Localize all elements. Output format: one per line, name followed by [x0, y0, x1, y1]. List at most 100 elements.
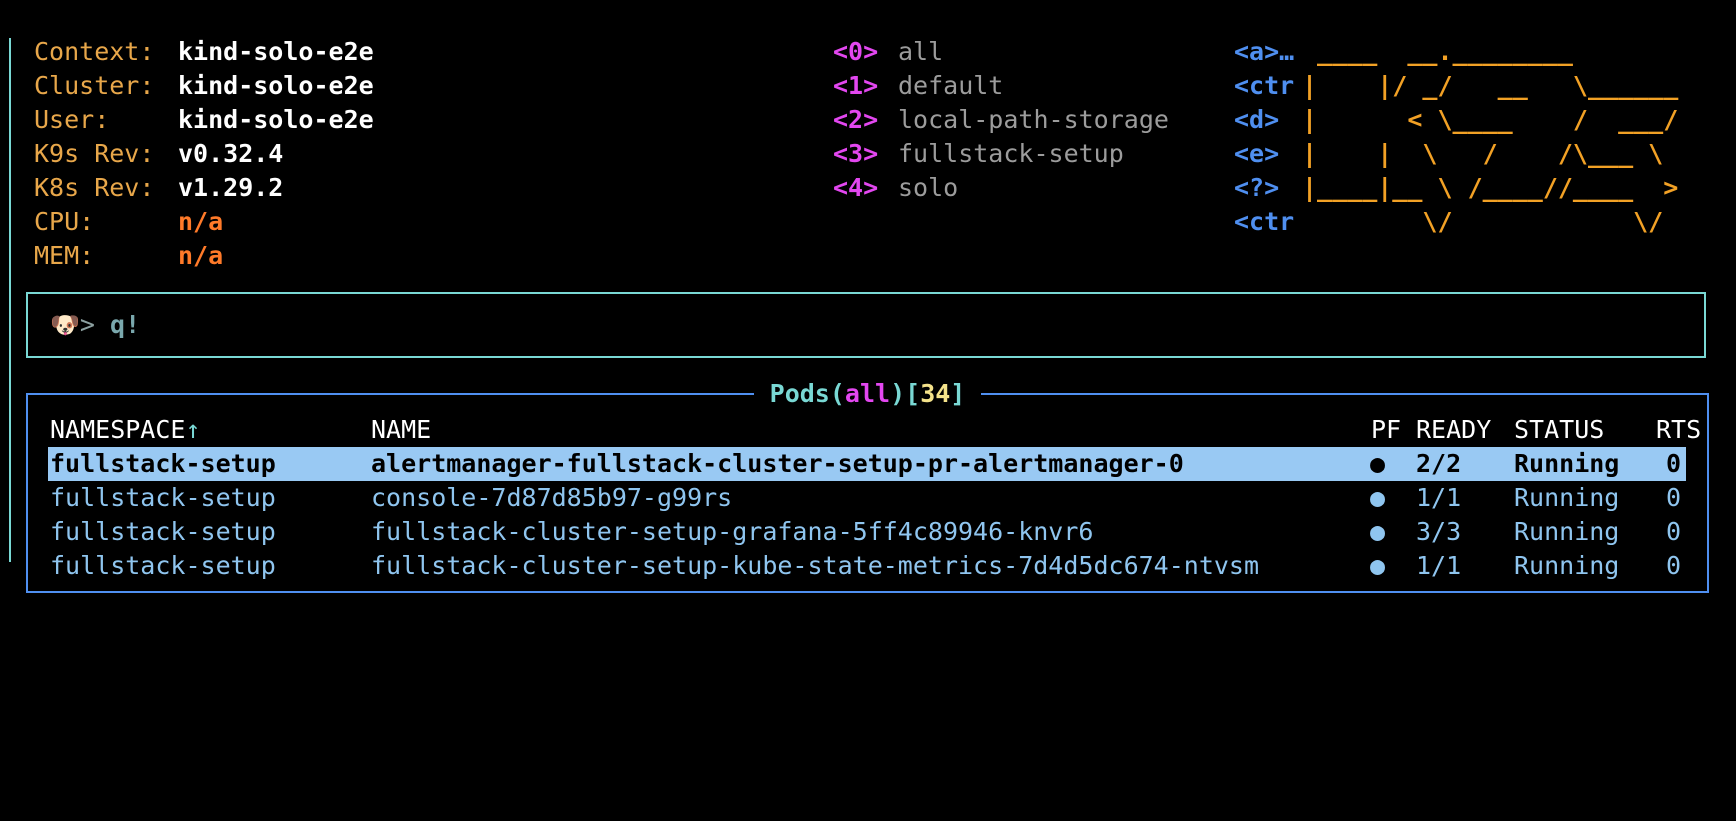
namespace-label: all	[898, 37, 944, 66]
column-header-status[interactable]: STATUS	[1514, 413, 1604, 447]
cell-ready: 2/2	[1416, 449, 1462, 478]
shortcut-key: <0>	[833, 37, 879, 66]
table-header: NAMESPACE↑ NAME PF READY STATUS RTS	[48, 413, 1701, 447]
namespace-label: default	[898, 71, 1004, 100]
info-key: K8s Rev:	[34, 173, 155, 202]
command-prompt: 🐶> q!	[50, 310, 140, 339]
pods-title-label: Pods	[769, 379, 830, 408]
cell-name: console-7d87d85b97-g99rs	[371, 483, 733, 512]
info-cluster: Cluster: kind-solo-e2e	[34, 69, 374, 103]
command-bar[interactable]: 🐶> q!	[26, 292, 1706, 358]
column-header-pf[interactable]: PF	[1371, 413, 1401, 447]
info-value: kind-solo-e2e	[178, 71, 374, 100]
cell-ready: 1/1	[1416, 551, 1462, 580]
logo-line: ____ __.________	[1302, 37, 1573, 66]
cell-status: Running	[1514, 483, 1620, 512]
cell-ready: 1/1	[1416, 483, 1462, 512]
shortcut-key: <4>	[833, 173, 879, 202]
cell-rts: 0	[1666, 449, 1682, 478]
prompt-caret: >	[79, 310, 95, 339]
command-input[interactable]: q!	[110, 310, 140, 339]
shortcut-key: <2>	[833, 105, 879, 134]
cell-namespace: fullstack-setup	[50, 551, 276, 580]
column-header-name[interactable]: NAME	[371, 413, 431, 447]
namespace-label: fullstack-setup	[898, 139, 1124, 168]
pods-panel: Pods(all)[34] NAMESPACE↑ NAME PF READY S…	[26, 379, 1709, 593]
namespace-shortcut[interactable]: <4> solo	[833, 171, 1169, 205]
pods-title-namespace: all	[844, 379, 891, 408]
namespace-label: local-path-storage	[898, 105, 1169, 134]
column-header-namespace[interactable]: NAMESPACE↑	[50, 413, 201, 447]
column-header-ready[interactable]: READY	[1416, 413, 1491, 447]
info-key: MEM:	[34, 241, 95, 270]
port-forward-dot-icon: ●	[1370, 483, 1386, 512]
namespace-shortcuts: <0> all <1> default <2> local-path-storage …	[833, 35, 1169, 205]
pods-title: Pods(all)[34]	[28, 377, 1707, 411]
cell-ready: 3/3	[1416, 517, 1462, 546]
shortcut-key: <1>	[833, 71, 879, 100]
cell-name: fullstack-cluster-setup-grafana-5ff4c899…	[371, 517, 1094, 546]
logo-line: | | \ / /\___ \	[1302, 139, 1664, 168]
cell-status: Running	[1514, 517, 1620, 546]
table-row[interactable]: fullstack-setup fullstack-cluster-setup-…	[48, 549, 1686, 583]
cell-status: Running	[1514, 551, 1620, 580]
hotkey[interactable]: <a>…	[1234, 35, 1294, 69]
info-key: User:	[34, 105, 110, 134]
cell-namespace: fullstack-setup	[50, 449, 276, 478]
cluster-info-panel: Context: kind-solo-e2e Cluster: kind-solo-…	[34, 35, 374, 273]
dog-icon: 🐶	[50, 311, 80, 339]
namespace-shortcut[interactable]: <2> local-path-storage	[833, 103, 1169, 137]
namespace-label: solo	[898, 173, 959, 202]
info-k8s-rev: K8s Rev: v1.29.2	[34, 171, 374, 205]
info-value: v0.32.4	[178, 139, 284, 168]
namespace-shortcut[interactable]: <1> default	[833, 69, 1169, 103]
port-forward-dot-icon: ●	[1370, 551, 1386, 580]
info-key: CPU:	[34, 207, 95, 236]
logo-line: |____|__ \ /____//____ >	[1302, 173, 1679, 202]
info-user: User: kind-solo-e2e	[34, 103, 374, 137]
info-k9s-rev: K9s Rev: v0.32.4	[34, 137, 374, 171]
hotkey[interactable]: <e>	[1234, 137, 1294, 171]
info-mem: MEM: n/a	[34, 239, 374, 273]
cell-rts: 0	[1666, 483, 1682, 512]
left-gutter-line	[9, 38, 11, 562]
cell-rts: 0	[1666, 517, 1682, 546]
info-value: kind-solo-e2e	[178, 37, 374, 66]
table-row[interactable]: fullstack-setup fullstack-cluster-setup-…	[48, 515, 1686, 549]
namespace-shortcut[interactable]: <3> fullstack-setup	[833, 137, 1169, 171]
info-key: Context:	[34, 37, 155, 66]
port-forward-dot-icon: ●	[1370, 517, 1386, 546]
hotkey[interactable]: <ctr	[1234, 69, 1294, 103]
info-value: n/a	[178, 207, 224, 236]
logo-line: \/ \/	[1302, 207, 1664, 236]
cell-status: Running	[1514, 449, 1620, 478]
info-context: Context: kind-solo-e2e	[34, 35, 374, 69]
cell-rts: 0	[1666, 551, 1682, 580]
cell-name: alertmanager-fullstack-cluster-setup-pr-…	[371, 449, 1184, 478]
shortcut-key: <3>	[833, 139, 879, 168]
port-forward-dot-icon: ●	[1370, 449, 1386, 478]
hotkey[interactable]: <ctr	[1234, 205, 1294, 239]
table-row-selected[interactable]: fullstack-setup alertmanager-fullstack-c…	[48, 447, 1686, 481]
hotkey-column: <a>… <ctr <d> <e> <?> <ctr	[1234, 35, 1294, 239]
namespace-shortcut[interactable]: <0> all	[833, 35, 1169, 69]
cell-name: fullstack-cluster-setup-kube-state-metri…	[371, 551, 1260, 580]
info-key: Cluster:	[34, 71, 155, 100]
info-key: K9s Rev:	[34, 139, 155, 168]
cell-namespace: fullstack-setup	[50, 517, 276, 546]
sort-ascending-icon: ↑	[185, 415, 201, 444]
hotkey[interactable]: <d>	[1234, 103, 1294, 137]
logo-line: | < \____ / ___/	[1302, 105, 1679, 134]
pods-table: NAMESPACE↑ NAME PF READY STATUS RTS full…	[48, 413, 1701, 583]
table-row[interactable]: fullstack-setup console-7d87d85b97-g99rs…	[48, 481, 1686, 515]
info-value: n/a	[178, 241, 224, 270]
hotkey[interactable]: <?>	[1234, 171, 1294, 205]
info-cpu: CPU: n/a	[34, 205, 374, 239]
info-value: kind-solo-e2e	[178, 105, 374, 134]
logo-line: | |/ _/ __ \______	[1302, 71, 1679, 100]
cell-namespace: fullstack-setup	[50, 483, 276, 512]
info-value: v1.29.2	[178, 173, 284, 202]
column-header-rts[interactable]: RTS	[1656, 413, 1701, 447]
k9s-logo: ____ __.________ | |/ _/ __ \______ | < …	[1302, 35, 1678, 239]
pods-title-count: 34	[920, 379, 951, 408]
